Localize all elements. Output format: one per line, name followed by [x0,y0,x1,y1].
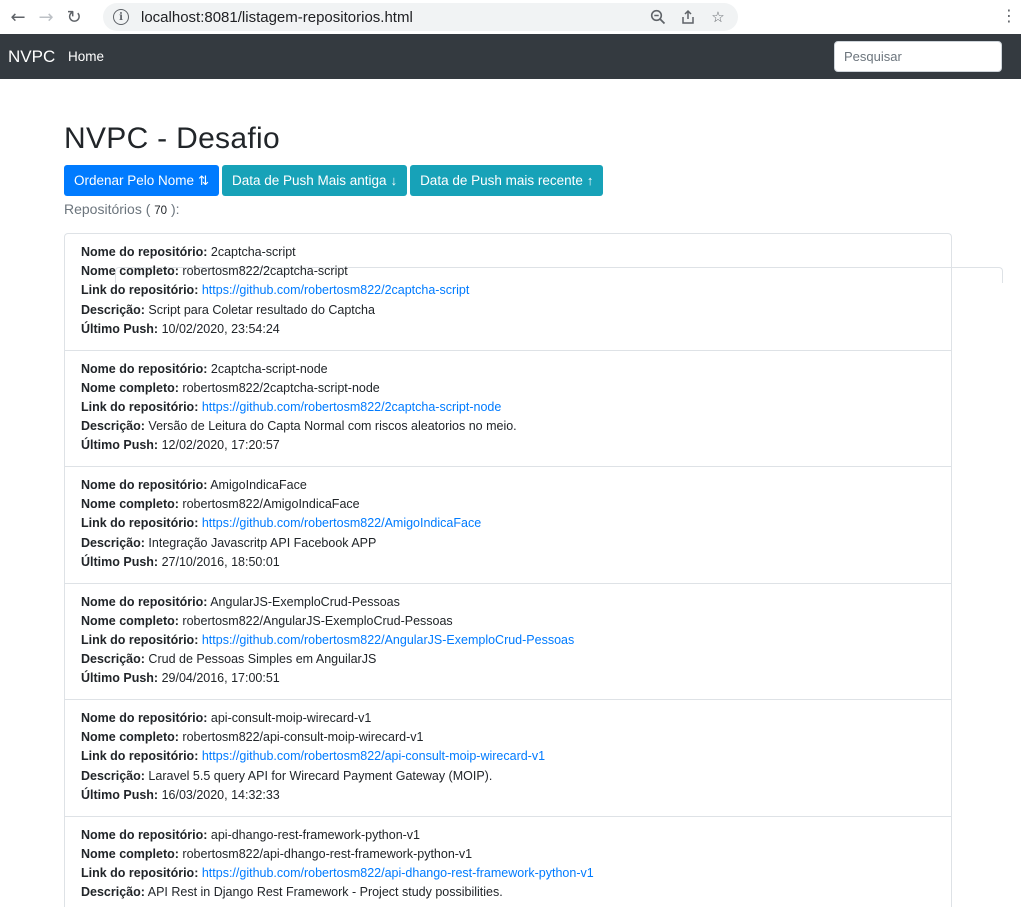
repo-name: AmigoIndicaFace [210,478,307,492]
sort-push-oldest-label: Data de Push Mais antiga [231,173,387,188]
sort-push-newest-button[interactable]: Data de Push mais recente ↑ [410,165,604,196]
repo-description: Integração Javascritp API Facebook APP [148,535,377,550]
repo-list: Nome do repositório: 2captcha-script Nom… [64,233,952,907]
repo-name: api-dhango-rest-framework-python-v1 [210,827,421,842]
description-label: Descrição: [81,419,145,434]
repo-link[interactable]: https://github.com/robertosm822/api-cons… [202,749,545,763]
repo-description: Script para Coletar resultado do Captcha [148,302,375,317]
description-label: Descrição: [81,302,145,317]
full-name-label: Nome completo: [81,380,179,395]
page-title: NVPC - Desafio [64,122,280,155]
repo-last-push: 16/03/2020, 14:32:33 [161,787,280,802]
repo-description: API Rest in Django Rest Framework - Proj… [147,885,503,900]
repo-name: 2captcha-script [210,245,296,259]
link-label: Link do repositório: [81,749,199,764]
sort-push-oldest-button[interactable]: Data de Push Mais antiga ↓ [221,165,408,196]
full-name-label: Nome completo: [81,264,179,279]
last-push-label: Último Push: [81,438,159,453]
link-label: Link do repositório: [81,399,199,414]
description-label: Descrição: [81,535,145,550]
sort-button-group: Ordenar Pelo Nome ⇅ Data de Push Mais an… [64,165,604,196]
repo-description: Crud de Pessoas Simples em AnguilarJS [148,652,377,667]
description-label: Descrição: [81,768,145,783]
repo-last-push: 10/02/2020, 23:54:24 [161,321,280,336]
repo-name: AngularJS-ExemploCrud-Pessoas [210,594,400,609]
last-push-label: Último Push: [81,787,159,802]
menu-icon[interactable]: ⋮ [1001,6,1017,25]
name-label: Nome do repositório: [81,711,208,725]
repo-link[interactable]: https://github.com/robertosm822/AmigoInd… [202,516,481,530]
repo-link[interactable]: https://github.com/robertosm822/api-dhan… [202,866,594,880]
arrow-down-icon: ↓ [390,173,398,188]
link-label: Link do repositório: [81,865,199,880]
name-label: Nome do repositório: [81,478,208,492]
full-name-label: Nome completo: [81,730,179,745]
info-icon[interactable]: i [113,9,129,25]
repo-full-name: robertosm822/AmigoIndicaFace [182,497,360,512]
repo-link[interactable]: https://github.com/robertosm822/2captcha… [202,283,470,297]
sort-by-name-label: Ordenar Pelo Nome [74,173,195,188]
link-label: Link do repositório: [81,283,199,298]
last-push-label: Último Push: [81,671,159,686]
repo-full-name: robertosm822/api-dhango-rest-framework-p… [182,846,473,861]
search-input[interactable] [834,41,1002,72]
star-icon[interactable]: ☆ [706,5,730,29]
full-name-label: Nome completo: [81,497,179,512]
repo-name: 2captcha-script-node [210,361,328,376]
zoom-icon[interactable] [646,5,670,29]
list-item: Nome do repositório: AngularJS-ExemploCr… [65,584,951,700]
sort-by-name-button[interactable]: Ordenar Pelo Nome ⇅ [64,165,219,196]
navbar-brand[interactable]: NVPC [8,47,55,67]
description-label: Descrição: [81,652,145,667]
name-label: Nome do repositório: [81,361,208,376]
repo-link[interactable]: https://github.com/robertosm822/2captcha… [202,400,501,414]
repo-description: Laravel 5.5 query API for Wirecard Payme… [148,768,493,783]
name-label: Nome do repositório: [81,245,208,259]
link-label: Link do repositório: [81,516,199,531]
repo-count-label: Repositórios ( [64,201,151,217]
last-push-label: Último Push: [81,554,159,569]
full-name-label: Nome completo: [81,846,179,861]
repo-description: Versão de Leitura do Capta Normal com ri… [148,419,517,434]
full-name-label: Nome completo: [81,613,179,628]
navbar: NVPC Home Listagem de Repositórios [0,34,1021,283]
address-bar-url[interactable]: localhost:8081/listagem-repositorios.htm… [141,9,413,26]
last-push-label: Último Push: [81,321,159,336]
repo-count: Repositórios ( 70 ): [64,201,180,217]
repo-last-push: 29/04/2016, 17:00:51 [161,671,280,686]
repo-link[interactable]: https://github.com/robertosm822/AngularJ… [202,633,574,647]
list-item: Nome do repositório: 2captcha-script Nom… [65,234,951,351]
repo-count-value: 70 [154,205,168,217]
repo-full-name: robertosm822/2captcha-script [182,264,348,279]
repo-name: api-consult-moip-wirecard-v1 [210,711,372,725]
nav-link-home[interactable]: Home [68,49,104,64]
description-label: Descrição: [81,885,145,900]
forward-arrow-icon[interactable]: → [32,3,60,31]
list-item: Nome do repositório: api-consult-moip-wi… [65,700,951,817]
sort-arrows-icon: ⇅ [198,172,209,188]
list-item: Nome do repositório: AmigoIndicaFace Nom… [65,467,951,584]
list-item: Nome do repositório: api-dhango-rest-fra… [65,817,951,907]
name-label: Nome do repositório: [81,594,208,609]
repo-full-name: robertosm822/AngularJS-ExemploCrud-Pesso… [182,613,453,628]
arrow-up-icon: ↑ [586,173,594,188]
name-label: Nome do repositório: [81,827,208,842]
back-arrow-icon[interactable]: ← [4,3,32,31]
sort-push-newest-label: Data de Push mais recente [420,173,583,188]
list-item: Nome do repositório: 2captcha-script-nod… [65,351,951,467]
link-label: Link do repositório: [81,632,199,647]
repo-count-suffix: ): [170,201,180,217]
browser-toolbar: ← → ↻ i localhost:8081/listagem-reposito… [0,0,1021,34]
repo-last-push: 27/10/2016, 18:50:01 [161,554,280,569]
reload-icon[interactable]: ↻ [60,3,88,31]
repo-last-push: 12/02/2020, 17:20:57 [161,438,280,453]
share-icon[interactable] [676,5,700,29]
repo-full-name: robertosm822/api-consult-moip-wirecard-v… [182,730,424,745]
address-bar[interactable]: i localhost:8081/listagem-repositorios.h… [103,3,738,31]
repo-full-name: robertosm822/2captcha-script-node [182,380,380,395]
